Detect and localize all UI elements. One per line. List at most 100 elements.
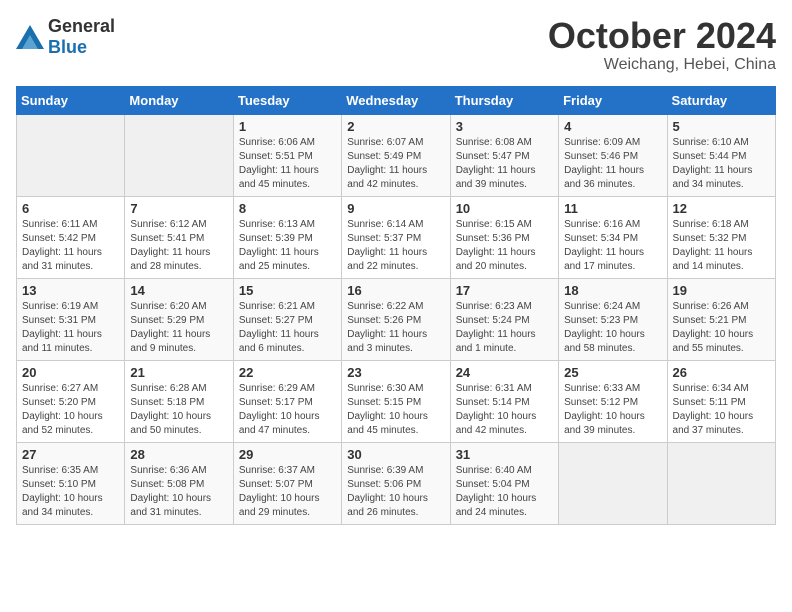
day-number: 2 — [347, 119, 444, 134]
calendar-week-row: 27 Sunrise: 6:35 AMSunset: 5:10 PMDayligh… — [17, 442, 776, 524]
day-info: Sunrise: 6:12 AMSunset: 5:41 PMDaylight:… — [130, 218, 227, 274]
day-info: Sunrise: 6:21 AMSunset: 5:27 PMDaylight:… — [239, 300, 336, 356]
calendar-cell: 3Sunrise: 6:08 AMSunset: 5:47 PMDaylight… — [450, 114, 558, 196]
weekday-header: Thursday — [450, 86, 558, 114]
day-number: 6 — [22, 201, 119, 216]
day-info: Sunrise: 6:34 AMSunset: 5:11 PMDaylight:… — [673, 382, 770, 438]
day-number: 16 — [347, 283, 444, 298]
day-number: 9 — [347, 201, 444, 216]
calendar-cell: 17 Sunrise: 6:23 AMSunset: 5:24 PMDayligh… — [450, 278, 558, 360]
day-number: 19 — [673, 283, 770, 298]
calendar-cell: 12 Sunrise: 6:18 AMSunset: 5:32 PMDayligh… — [667, 196, 775, 278]
day-info: Sunrise: 6:24 AMSunset: 5:23 PMDaylight:… — [564, 300, 661, 356]
day-info: Sunrise: 6:10 AMSunset: 5:44 PMDaylight:… — [673, 136, 770, 192]
day-number: 20 — [22, 365, 119, 380]
day-number: 4 — [564, 119, 661, 134]
weekday-header: Saturday — [667, 86, 775, 114]
page-header: General Blue October 2024 Weichang, Hebe… — [16, 16, 776, 74]
calendar-cell: 29Sunrise: 6:37 AMSunset: 5:07 PMDayligh… — [233, 442, 341, 524]
day-number: 10 — [456, 201, 553, 216]
day-info: Sunrise: 6:40 AMSunset: 5:04 PMDaylight:… — [456, 464, 553, 520]
weekday-header: Wednesday — [342, 86, 450, 114]
day-number: 12 — [673, 201, 770, 216]
calendar-cell: 23Sunrise: 6:30 AMSunset: 5:15 PMDayligh… — [342, 360, 450, 442]
day-number: 15 — [239, 283, 336, 298]
weekday-header: Friday — [559, 86, 667, 114]
calendar-cell: 27 Sunrise: 6:35 AMSunset: 5:10 PMDayligh… — [17, 442, 125, 524]
calendar-week-row: 13 Sunrise: 6:19 AMSunset: 5:31 PMDayligh… — [17, 278, 776, 360]
day-info: Sunrise: 6:23 AMSunset: 5:24 PMDaylight:… — [456, 300, 553, 356]
weekday-header: Sunday — [17, 86, 125, 114]
calendar-cell: 1 Sunrise: 6:06 AMSunset: 5:51 PMDaylight… — [233, 114, 341, 196]
day-number: 30 — [347, 447, 444, 462]
logo: General Blue — [16, 16, 115, 58]
day-info: Sunrise: 6:36 AMSunset: 5:08 PMDaylight:… — [130, 464, 227, 520]
day-info: Sunrise: 6:20 AMSunset: 5:29 PMDaylight:… — [130, 300, 227, 356]
calendar-cell: 14 Sunrise: 6:20 AMSunset: 5:29 PMDayligh… — [125, 278, 233, 360]
day-info: Sunrise: 6:26 AMSunset: 5:21 PMDaylight:… — [673, 300, 770, 356]
calendar-cell: 30 Sunrise: 6:39 AMSunset: 5:06 PMDayligh… — [342, 442, 450, 524]
day-number: 28 — [130, 447, 227, 462]
day-info: Sunrise: 6:37 AMSunset: 5:07 PMDaylight:… — [239, 464, 336, 520]
calendar-cell: 4 Sunrise: 6:09 AMSunset: 5:46 PMDaylight… — [559, 114, 667, 196]
day-info: Sunrise: 6:22 AMSunset: 5:26 PMDaylight:… — [347, 300, 444, 356]
day-number: 14 — [130, 283, 227, 298]
day-info: Sunrise: 6:09 AMSunset: 5:46 PMDaylight:… — [564, 136, 661, 192]
calendar-cell: 7 Sunrise: 6:12 AMSunset: 5:41 PMDaylight… — [125, 196, 233, 278]
calendar-cell: 6 Sunrise: 6:11 AMSunset: 5:42 PMDaylight… — [17, 196, 125, 278]
day-info: Sunrise: 6:11 AMSunset: 5:42 PMDaylight:… — [22, 218, 119, 274]
day-info: Sunrise: 6:29 AMSunset: 5:17 PMDaylight:… — [239, 382, 336, 438]
calendar-cell: 15 Sunrise: 6:21 AMSunset: 5:27 PMDayligh… — [233, 278, 341, 360]
calendar-cell: 26 Sunrise: 6:34 AMSunset: 5:11 PMDayligh… — [667, 360, 775, 442]
calendar-cell: 22 Sunrise: 6:29 AMSunset: 5:17 PMDayligh… — [233, 360, 341, 442]
calendar-cell — [559, 442, 667, 524]
day-info: Sunrise: 6:19 AMSunset: 5:31 PMDaylight:… — [22, 300, 119, 356]
calendar-cell: 5Sunrise: 6:10 AMSunset: 5:44 PMDaylight… — [667, 114, 775, 196]
calendar-cell: 9Sunrise: 6:14 AMSunset: 5:37 PMDaylight… — [342, 196, 450, 278]
day-info: Sunrise: 6:16 AMSunset: 5:34 PMDaylight:… — [564, 218, 661, 274]
day-number: 17 — [456, 283, 553, 298]
day-number: 13 — [22, 283, 119, 298]
calendar-cell: 10 Sunrise: 6:15 AMSunset: 5:36 PMDayligh… — [450, 196, 558, 278]
day-info: Sunrise: 6:31 AMSunset: 5:14 PMDaylight:… — [456, 382, 553, 438]
day-info: Sunrise: 6:06 AMSunset: 5:51 PMDaylight:… — [239, 136, 336, 192]
month-title: October 2024 — [548, 16, 776, 56]
day-number: 8 — [239, 201, 336, 216]
day-number: 1 — [239, 119, 336, 134]
calendar-cell — [667, 442, 775, 524]
day-number: 27 — [22, 447, 119, 462]
calendar-cell: 24 Sunrise: 6:31 AMSunset: 5:14 PMDayligh… — [450, 360, 558, 442]
calendar-cell: 2 Sunrise: 6:07 AMSunset: 5:49 PMDaylight… — [342, 114, 450, 196]
logo-text-general: General — [48, 16, 115, 36]
day-number: 24 — [456, 365, 553, 380]
location-title: Weichang, Hebei, China — [548, 56, 776, 74]
day-info: Sunrise: 6:35 AMSunset: 5:10 PMDaylight:… — [22, 464, 119, 520]
calendar-week-row: 20 Sunrise: 6:27 AMSunset: 5:20 PMDayligh… — [17, 360, 776, 442]
calendar-cell: 20 Sunrise: 6:27 AMSunset: 5:20 PMDayligh… — [17, 360, 125, 442]
day-info: Sunrise: 6:27 AMSunset: 5:20 PMDaylight:… — [22, 382, 119, 438]
calendar-cell — [125, 114, 233, 196]
day-number: 31 — [456, 447, 553, 462]
weekday-header: Tuesday — [233, 86, 341, 114]
day-number: 22 — [239, 365, 336, 380]
day-info: Sunrise: 6:39 AMSunset: 5:06 PMDaylight:… — [347, 464, 444, 520]
calendar-cell: 19 Sunrise: 6:26 AMSunset: 5:21 PMDayligh… — [667, 278, 775, 360]
logo-icon — [16, 25, 44, 49]
weekday-header: Monday — [125, 86, 233, 114]
day-info: Sunrise: 6:18 AMSunset: 5:32 PMDaylight:… — [673, 218, 770, 274]
calendar-table: SundayMondayTuesdayWednesdayThursdayFrid… — [16, 86, 776, 525]
calendar-cell: 21Sunrise: 6:28 AMSunset: 5:18 PMDayligh… — [125, 360, 233, 442]
day-number: 7 — [130, 201, 227, 216]
calendar-cell: 8Sunrise: 6:13 AMSunset: 5:39 PMDaylight… — [233, 196, 341, 278]
day-info: Sunrise: 6:07 AMSunset: 5:49 PMDaylight:… — [347, 136, 444, 192]
calendar-cell: 25Sunrise: 6:33 AMSunset: 5:12 PMDayligh… — [559, 360, 667, 442]
calendar-cell: 18 Sunrise: 6:24 AMSunset: 5:23 PMDayligh… — [559, 278, 667, 360]
day-number: 23 — [347, 365, 444, 380]
title-block: October 2024 Weichang, Hebei, China — [548, 16, 776, 74]
day-info: Sunrise: 6:15 AMSunset: 5:36 PMDaylight:… — [456, 218, 553, 274]
calendar-cell: 13 Sunrise: 6:19 AMSunset: 5:31 PMDayligh… — [17, 278, 125, 360]
calendar-cell: 11Sunrise: 6:16 AMSunset: 5:34 PMDayligh… — [559, 196, 667, 278]
day-number: 18 — [564, 283, 661, 298]
day-number: 26 — [673, 365, 770, 380]
day-number: 21 — [130, 365, 227, 380]
